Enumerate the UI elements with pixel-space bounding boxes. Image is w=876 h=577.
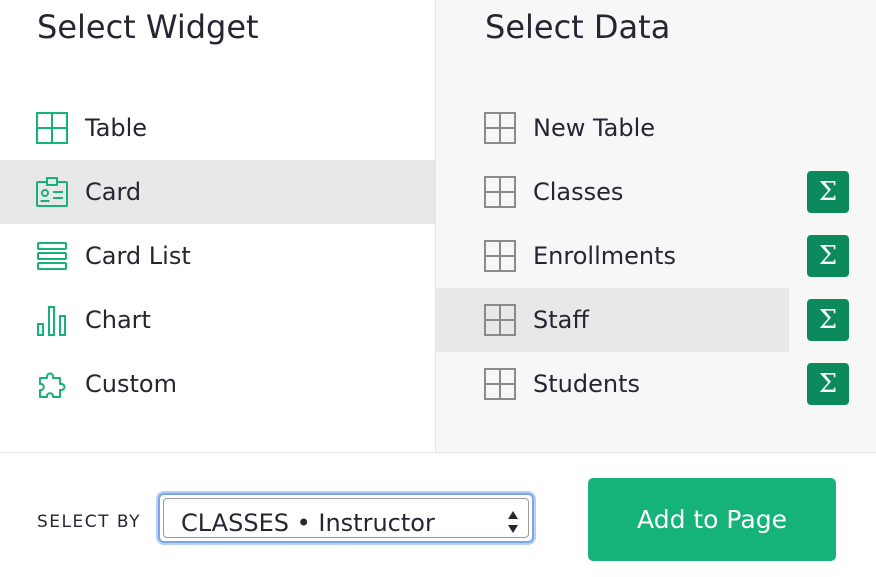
table-icon — [484, 112, 516, 144]
widget-item-label: Card List — [85, 242, 191, 270]
card-list-icon — [37, 242, 67, 270]
select-by-value: CLASSES • Instructor — [181, 509, 435, 537]
data-item-staff: Staff Σ — [436, 288, 876, 352]
select-by-dropdown[interactable]: CLASSES • Instructor — [158, 493, 534, 543]
widget-item-chart[interactable]: Chart — [0, 288, 435, 352]
table-icon — [484, 368, 516, 400]
data-row[interactable]: Classes — [436, 160, 789, 224]
widget-item-card[interactable]: Card — [0, 160, 435, 224]
select-data-title: Select Data — [485, 8, 671, 46]
table-icon — [484, 176, 516, 208]
widget-item-custom[interactable]: Custom — [0, 352, 435, 416]
widget-item-label: Card — [85, 178, 142, 206]
select-widget-panel: Select Widget Table Card Card List Chart… — [0, 0, 435, 452]
table-icon — [484, 240, 516, 272]
data-item-label: Staff — [533, 306, 589, 334]
card-icon — [36, 177, 68, 207]
data-row[interactable]: New Table — [436, 96, 789, 160]
data-item-enrollments: Enrollments Σ — [436, 224, 876, 288]
table-icon — [36, 112, 68, 144]
data-row[interactable]: Staff — [436, 288, 789, 352]
add-to-page-button[interactable]: Add to Page — [588, 478, 836, 561]
data-row[interactable]: Students — [436, 352, 789, 416]
data-row[interactable]: Enrollments — [436, 224, 789, 288]
summary-sigma-button[interactable]: Σ — [807, 299, 849, 341]
widget-item-label: Custom — [85, 370, 177, 398]
select-by-label: SELECT BY — [37, 512, 142, 532]
data-list: New Table Classes Σ Enrollments Σ Staff … — [436, 96, 876, 416]
data-item-students: Students Σ — [436, 352, 876, 416]
data-item-new-table: New Table — [436, 96, 876, 160]
data-item-classes: Classes Σ — [436, 160, 876, 224]
chart-icon — [37, 306, 66, 336]
table-icon — [484, 304, 516, 336]
summary-sigma-button[interactable]: Σ — [807, 363, 849, 405]
widget-list: Table Card Card List Chart Custom — [0, 96, 435, 416]
widget-item-table[interactable]: Table — [0, 96, 435, 160]
widget-item-label: Chart — [85, 306, 151, 334]
summary-sigma-button[interactable]: Σ — [807, 171, 849, 213]
widget-item-label: Table — [85, 114, 148, 142]
summary-sigma-button[interactable]: Σ — [807, 235, 849, 277]
select-by-field: CLASSES • Instructor — [163, 498, 529, 538]
data-item-label: New Table — [533, 114, 656, 142]
select-widget-title: Select Widget — [37, 8, 259, 46]
puzzle-icon — [39, 372, 66, 398]
data-item-label: Enrollments — [533, 242, 677, 270]
select-data-panel: Select Data New Table Classes Σ Enrollme… — [435, 0, 876, 452]
data-item-label: Classes — [533, 178, 624, 206]
footer: SELECT BY CLASSES • Instructor Add to Pa… — [0, 452, 876, 577]
up-down-arrows-icon — [508, 511, 518, 533]
data-item-label: Students — [533, 370, 640, 398]
widget-item-card-list[interactable]: Card List — [0, 224, 435, 288]
